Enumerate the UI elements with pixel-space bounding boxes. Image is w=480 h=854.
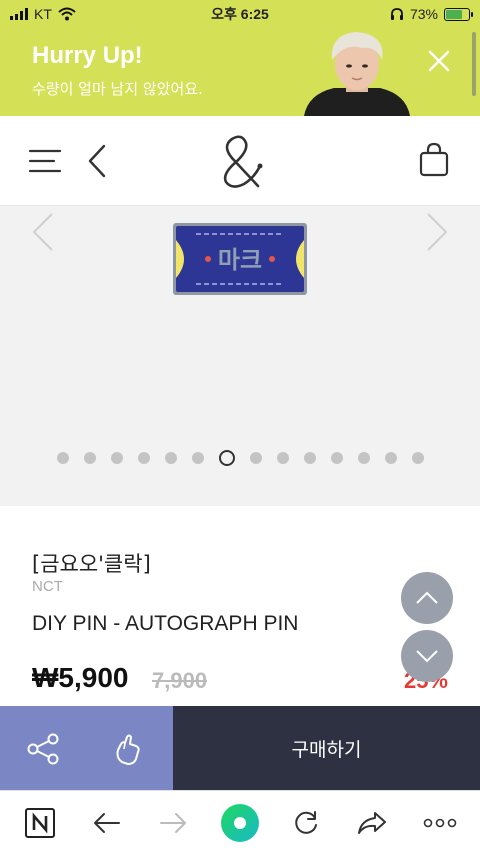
product-name: DIY PIN - AUTOGRAPH PIN	[32, 612, 299, 635]
shopping-bag-icon[interactable]	[418, 142, 450, 178]
scroll-up-button[interactable]	[401, 572, 453, 624]
pagination-dot[interactable]	[218, 450, 235, 466]
pagination-dot[interactable]	[411, 452, 424, 464]
product-pin-image[interactable]: 마크	[172, 222, 308, 296]
status-bar: KT 오후 6:25 73%	[0, 0, 480, 28]
buy-button[interactable]: 구매하기	[173, 706, 480, 790]
status-left: KT	[10, 6, 76, 22]
battery-percent: 73%	[409, 6, 438, 22]
promo-scrollbar[interactable]	[472, 32, 476, 96]
gallery-pagination-dots	[0, 450, 480, 466]
gallery-prev-icon[interactable]	[28, 210, 58, 254]
pagination-dot[interactable]	[249, 452, 262, 464]
hamburger-menu-icon[interactable]	[28, 148, 62, 174]
promo-title: Hurry Up!	[32, 42, 143, 69]
promo-banner[interactable]: Hurry Up! 수량이 얼마 남지 않았어요.	[0, 28, 480, 116]
product-brand: NCT	[32, 578, 63, 595]
scroll-down-button[interactable]	[401, 630, 453, 682]
pagination-dot[interactable]	[384, 452, 397, 464]
close-icon[interactable]	[422, 44, 456, 78]
wifi-icon	[58, 7, 76, 21]
ampersand-logo-icon[interactable]	[214, 134, 266, 190]
product-price: ₩5,900	[32, 662, 129, 693]
forward-arrow-icon[interactable]	[156, 805, 192, 841]
back-arrow-icon[interactable]	[88, 805, 124, 841]
pagination-dot[interactable]	[164, 452, 177, 464]
browser-toolbar	[0, 790, 480, 854]
promo-subtitle: 수량이 얼마 남지 않았어요.	[32, 80, 203, 98]
headphones-icon	[390, 8, 403, 20]
naver-n-icon[interactable]	[22, 805, 58, 841]
purchase-action-bar: 구매하기	[0, 706, 480, 790]
pagination-dot[interactable]	[276, 452, 289, 464]
pagination-dot[interactable]	[137, 452, 150, 464]
promo-avatar-image	[304, 32, 410, 116]
product-image-gallery[interactable]: 마크	[0, 206, 480, 506]
back-chevron-icon[interactable]	[84, 142, 110, 180]
share-icon[interactable]	[26, 732, 60, 766]
pagination-dot[interactable]	[303, 452, 316, 464]
pagination-dot[interactable]	[110, 452, 123, 464]
more-icon[interactable]	[422, 805, 458, 841]
pagination-dot[interactable]	[83, 452, 96, 464]
finger-heart-icon[interactable]	[112, 732, 146, 766]
chevron-down-icon	[416, 650, 438, 663]
product-info: [금요오'클락] NCT DIY PIN - AUTOGRAPH PIN ₩5,…	[0, 506, 480, 706]
original-price: 7,900	[152, 668, 208, 693]
refresh-icon[interactable]	[288, 805, 324, 841]
pagination-dot[interactable]	[357, 452, 370, 464]
share-arrow-icon[interactable]	[354, 805, 390, 841]
pagination-dot[interactable]	[191, 452, 204, 464]
pagination-dot[interactable]	[56, 452, 69, 464]
pin-text: 마크	[218, 246, 262, 274]
pagination-dot[interactable]	[330, 452, 343, 464]
carrier-label: KT	[34, 6, 52, 22]
chevron-up-icon	[416, 591, 438, 604]
status-right: 73%	[390, 6, 473, 22]
gallery-next-icon[interactable]	[422, 210, 452, 254]
action-icons-area	[0, 706, 173, 790]
green-dot-icon[interactable]	[220, 803, 260, 843]
battery-icon	[444, 7, 473, 21]
signal-icon	[10, 8, 28, 20]
product-label: [금요오'클락]	[32, 552, 151, 576]
app-header	[0, 116, 480, 206]
